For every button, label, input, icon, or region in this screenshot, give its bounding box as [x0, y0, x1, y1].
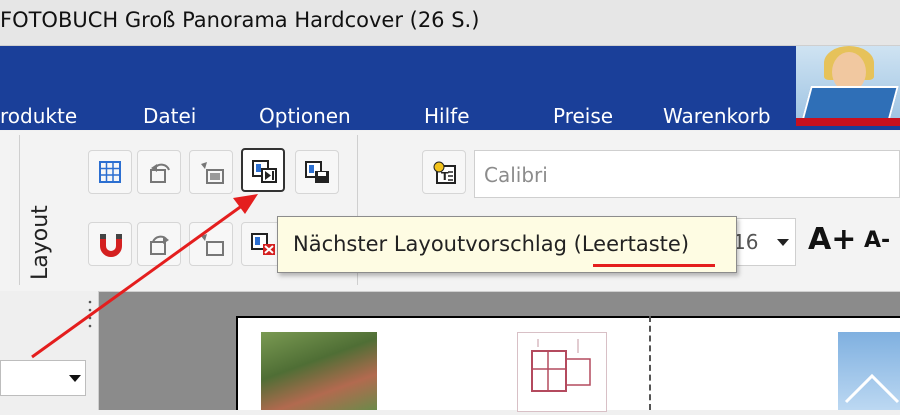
annotation-arrow — [31, 194, 258, 359]
